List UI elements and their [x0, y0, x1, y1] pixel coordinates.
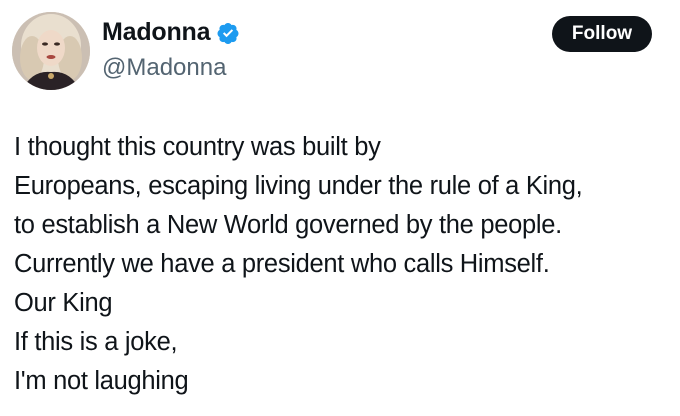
author-name-row: Madonna: [102, 18, 240, 47]
tweet-line: I thought this country was built by: [14, 133, 381, 161]
follow-button[interactable]: Follow: [552, 16, 652, 52]
display-name[interactable]: Madonna: [102, 18, 211, 47]
tweet-line: to establish a New World governed by the…: [14, 211, 562, 239]
avatar[interactable]: [12, 12, 90, 90]
tweet-text: I thought this country was built by Euro…: [14, 128, 674, 401]
tweet-line: Currently we have a president who calls …: [14, 250, 550, 278]
tweet-line: Our King: [14, 289, 113, 317]
tweet-card: Madonna @Madonna Follow I thought this c…: [0, 0, 680, 416]
author-handle[interactable]: @Madonna: [102, 54, 226, 82]
tweet-line: Europeans, escaping living under the rul…: [14, 172, 583, 200]
tweet-line: I'm not laughing: [14, 367, 189, 395]
verified-badge-icon[interactable]: [216, 21, 240, 45]
avatar-image: [12, 12, 90, 90]
tweet-line: If this is a joke,: [14, 328, 178, 356]
